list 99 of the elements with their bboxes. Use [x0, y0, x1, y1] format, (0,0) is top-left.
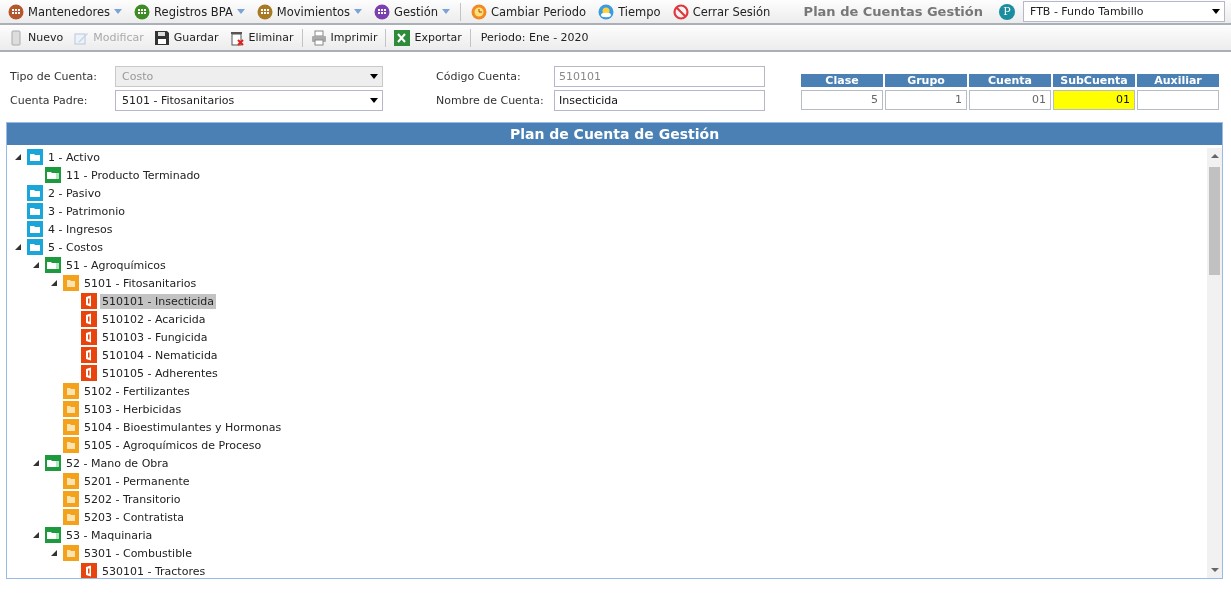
tree-item[interactable]: 510102 - Acaricida: [100, 311, 208, 327]
menu-item[interactable]: Tiempo: [596, 3, 663, 20]
panel-title: Plan de Cuenta de Gestión: [7, 123, 1222, 145]
document-icon: [81, 293, 97, 309]
menu-item[interactable]: Cambiar Periodo: [469, 3, 589, 20]
tree-item[interactable]: 1 - Activo: [46, 149, 102, 165]
code-field[interactable]: 1: [885, 90, 967, 110]
expander-icon[interactable]: [32, 459, 40, 467]
document-icon: [81, 347, 97, 363]
tree-item[interactable]: 11 - Producto Terminado: [64, 167, 203, 183]
folder-icon: [63, 383, 79, 399]
toolbar-button[interactable]: Imprimir: [308, 29, 380, 46]
input-field[interactable]: Insecticida: [554, 90, 765, 111]
menu-item[interactable]: Mantenedores: [6, 3, 125, 20]
document-icon: [81, 563, 97, 578]
toolbar-button[interactable]: Eliminar: [226, 29, 296, 46]
page-title: Plan de Cuentas Gestión: [803, 4, 984, 19]
expander-icon[interactable]: [32, 261, 40, 269]
expander-icon[interactable]: [50, 549, 58, 557]
folder-icon: [27, 221, 43, 237]
field-label: Cuenta Padre:: [10, 94, 89, 107]
dropdown-arrow-icon: [370, 98, 378, 103]
tree-item[interactable]: 5101 - Fitosanitarios: [82, 275, 199, 291]
expander-icon[interactable]: [50, 279, 58, 287]
toolbar-button[interactable]: Guardar: [151, 29, 221, 46]
folder-icon: [63, 509, 79, 525]
folder-icon: [45, 257, 61, 273]
tree-item[interactable]: 510104 - Nematicida: [100, 347, 220, 363]
document-icon: [81, 311, 97, 327]
column-header: Cuenta: [969, 74, 1051, 87]
company-select[interactable]: FTB - Fundo Tambillo: [1023, 1, 1225, 22]
dropdown-field[interactable]: 5101 - Fitosanitarios: [115, 90, 383, 111]
scroll-up-icon[interactable]: [1210, 152, 1219, 160]
dropdown-arrow-icon: [370, 74, 378, 79]
expander-icon[interactable]: [14, 153, 22, 161]
document-icon: [8, 29, 24, 46]
code-field[interactable]: [1137, 90, 1219, 110]
field-label: Tipo de Cuenta:: [10, 70, 99, 83]
tree-item[interactable]: 51 - Agroquímicos: [64, 257, 168, 273]
column-header: SubCuenta: [1053, 74, 1135, 87]
column-header: Auxiliar: [1137, 74, 1219, 87]
document-icon: [81, 329, 97, 345]
tree-item[interactable]: 530101 - Tractores: [100, 563, 208, 578]
code-field[interactable]: 01: [969, 90, 1051, 110]
menu-item[interactable]: Gestión: [372, 3, 453, 20]
folder-icon: [63, 491, 79, 507]
folder-icon: [45, 455, 61, 471]
toolbar-button[interactable]: Nuevo: [6, 29, 66, 46]
menu-item[interactable]: Cerrar Sesión: [670, 3, 773, 20]
tree-item[interactable]: 5301 - Combustible: [82, 545, 194, 561]
toolbar-button[interactable]: Exportar: [392, 29, 464, 46]
tree-item[interactable]: 510101 - Insecticida: [100, 293, 216, 309]
trash-delete-icon: [228, 29, 245, 46]
company-badge: P: [999, 3, 1015, 20]
folder-icon: [63, 437, 79, 453]
folder-icon: [63, 419, 79, 435]
column-header: Grupo: [885, 74, 967, 87]
spreadsheet-icon: [394, 29, 411, 46]
menu-item[interactable]: Movimientos: [254, 3, 365, 20]
tree-item[interactable]: 5202 - Transitorio: [82, 491, 183, 507]
tree-item[interactable]: 2 - Pasivo: [46, 185, 103, 201]
code-field[interactable]: 5: [801, 90, 883, 110]
tree-item[interactable]: 4 - Ingresos: [46, 221, 115, 237]
tree-item[interactable]: 5201 - Permanente: [82, 473, 192, 489]
dropdown-arrow-icon: [1212, 9, 1220, 14]
folder-icon: [63, 545, 79, 561]
field-label: Código Cuenta:: [436, 70, 522, 83]
tree-item[interactable]: 5104 - Bioestimulantes y Hormonas: [82, 419, 284, 435]
period-label: Periodo: Ene - 2020: [480, 31, 589, 44]
folder-icon: [27, 203, 43, 219]
field-label: Nombre de Cuenta:: [436, 94, 545, 107]
folder-icon: [63, 275, 79, 291]
scrollbar[interactable]: [1207, 148, 1222, 578]
folder-icon: [63, 473, 79, 489]
tree-item[interactable]: 510103 - Fungicida: [100, 329, 210, 345]
tree-item[interactable]: 5103 - Herbicidas: [82, 401, 184, 417]
expander-icon[interactable]: [14, 243, 22, 251]
folder-icon: [63, 401, 79, 417]
tree-item[interactable]: 510105 - Adherentes: [100, 365, 220, 381]
tree-item[interactable]: 52 - Mano de Obra: [64, 455, 171, 471]
tree-item[interactable]: 5105 - Agroquímicos de Proceso: [82, 437, 264, 453]
tree-item[interactable]: 3 - Patrimonio: [46, 203, 127, 219]
tree-item[interactable]: 5203 - Contratista: [82, 509, 187, 525]
folder-icon: [45, 167, 61, 183]
document-icon: [81, 365, 97, 381]
folder-icon: [27, 239, 43, 255]
expander-icon[interactable]: [32, 531, 40, 539]
tree-item[interactable]: 5 - Costos: [46, 239, 105, 255]
code-field[interactable]: 01: [1053, 90, 1135, 110]
folder-icon: [27, 185, 43, 201]
printer-icon: [310, 29, 327, 46]
scroll-down-icon[interactable]: [1210, 566, 1219, 574]
tree-item[interactable]: 53 - Maquinaria: [64, 527, 155, 543]
column-header: Clase: [801, 74, 883, 87]
menu-item[interactable]: Registros BPA: [132, 3, 247, 20]
scroll-thumb[interactable]: [1209, 167, 1220, 275]
folder-icon: [45, 527, 61, 543]
folder-icon: [27, 149, 43, 165]
tree-item[interactable]: 5102 - Fertilizantes: [82, 383, 192, 399]
